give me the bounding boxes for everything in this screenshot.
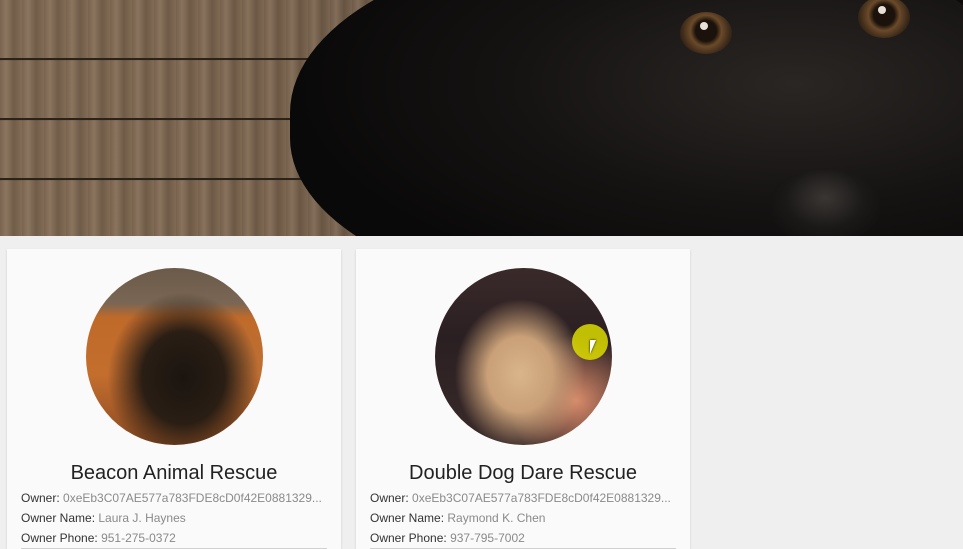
mouse-pointer-icon xyxy=(590,340,596,354)
owner-phone-row: Owner Phone: 937-795-7002 xyxy=(370,531,676,545)
owner-label: Owner: xyxy=(21,491,60,505)
owner-name-row: Owner Name: Laura J. Haynes xyxy=(21,511,327,525)
owner-phone-value: 937-795-7002 xyxy=(450,531,525,545)
hero-banner-image xyxy=(0,0,963,236)
owner-label: Owner: xyxy=(370,491,409,505)
owner-row: Owner: 0xeEb3C07AE577a783FDE8cD0f42E0881… xyxy=(370,491,676,505)
rescue-card-list: Beacon Animal Rescue Owner: 0xeEb3C07AE5… xyxy=(0,236,963,549)
rescue-avatar xyxy=(86,268,263,445)
owner-name-label: Owner Name: xyxy=(21,511,96,525)
owner-phone-row: Owner Phone: 951-275-0372 xyxy=(21,531,327,545)
owner-name-value: Laura J. Haynes xyxy=(98,511,186,525)
dog-nose xyxy=(770,170,880,236)
owner-row: Owner: 0xeEb3C07AE577a783FDE8cD0f42E0881… xyxy=(21,491,327,505)
owner-address: 0xeEb3C07AE577a783FDE8cD0f42E0881329... xyxy=(412,491,671,505)
owner-phone-label: Owner Phone: xyxy=(21,531,98,545)
owner-name-value: Raymond K. Chen xyxy=(447,511,546,525)
dog-eye xyxy=(680,12,732,54)
owner-phone-value: 951-275-0372 xyxy=(101,531,176,545)
owner-name-label: Owner Name: xyxy=(370,511,445,525)
rescue-card[interactable]: Beacon Animal Rescue Owner: 0xeEb3C07AE5… xyxy=(7,249,341,549)
rescue-name: Beacon Animal Rescue xyxy=(70,462,278,484)
owner-phone-label: Owner Phone: xyxy=(370,531,447,545)
rescue-name: Double Dog Dare Rescue xyxy=(409,462,637,484)
owner-address: 0xeEb3C07AE577a783FDE8cD0f42E0881329... xyxy=(63,491,322,505)
rescue-card[interactable]: Double Dog Dare Rescue Owner: 0xeEb3C07A… xyxy=(356,249,690,549)
owner-name-row: Owner Name: Raymond K. Chen xyxy=(370,511,676,525)
